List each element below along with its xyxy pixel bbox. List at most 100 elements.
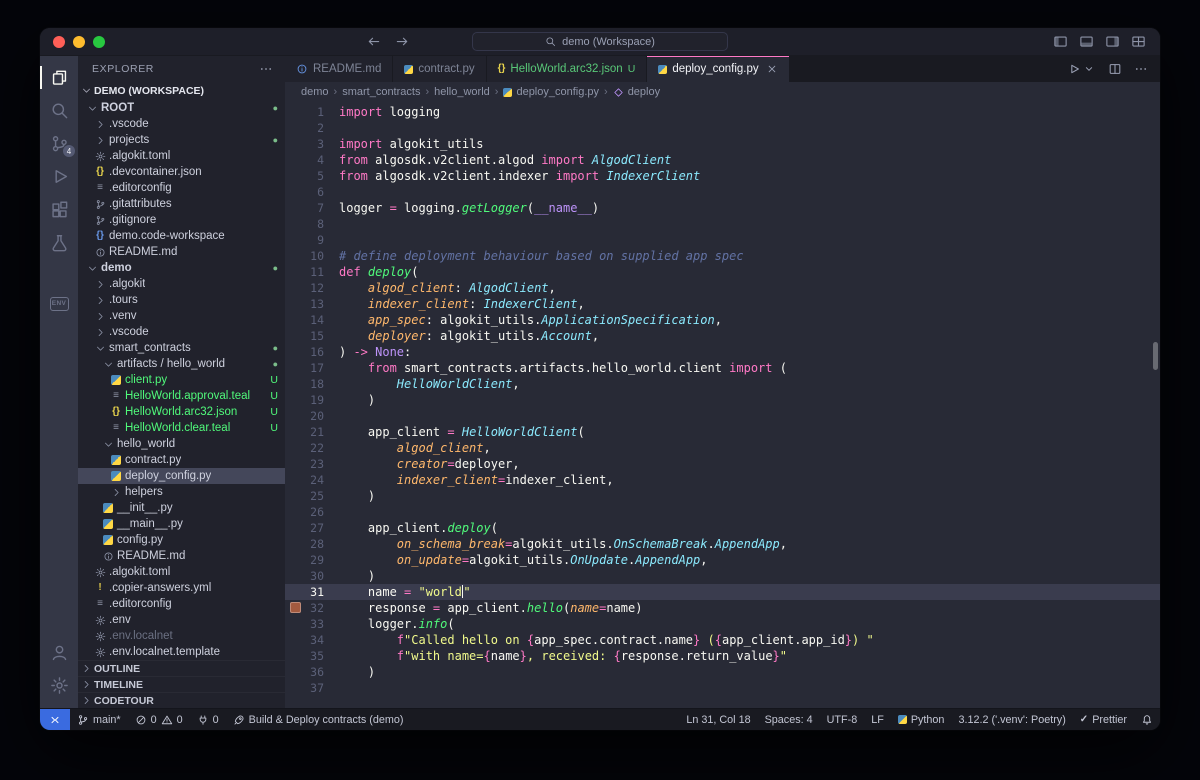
status-eol-sequence[interactable]: LF — [864, 709, 891, 730]
code-line[interactable]: 7logger = logging.getLogger(__name__) — [285, 200, 1160, 216]
line-number[interactable]: 26 — [285, 504, 339, 520]
code-line[interactable]: 18 HelloWorldClient, — [285, 376, 1160, 392]
sidebar-section-codetour[interactable]: CODETOUR — [78, 692, 285, 708]
line-number[interactable]: 14 — [285, 312, 339, 328]
tree-item[interactable]: !.copier-answers.yml — [78, 580, 285, 596]
activity-item-manage-settings[interactable] — [40, 669, 78, 702]
tree-item[interactable]: .vscode — [78, 116, 285, 132]
tab-README.md[interactable]: README.md — [285, 56, 393, 82]
line-number[interactable]: 29 — [285, 552, 339, 568]
tree-item[interactable]: .tours — [78, 292, 285, 308]
tree-item[interactable]: ≡.editorconfig — [78, 596, 285, 612]
run-python-file-button[interactable] — [1067, 62, 1096, 76]
code-line[interactable]: 19 ) — [285, 392, 1160, 408]
tree-item[interactable]: deploy_config.py — [78, 468, 285, 484]
explorer-more-actions-icon[interactable] — [259, 62, 273, 76]
line-number[interactable]: 37 — [285, 680, 339, 696]
code-line[interactable]: 13 indexer_client: IndexerClient, — [285, 296, 1160, 312]
tree-item[interactable]: helpers — [78, 484, 285, 500]
code-line[interactable]: 15 deployer: algokit_utils.Account, — [285, 328, 1160, 344]
code-line[interactable]: 1import logging — [285, 104, 1160, 120]
line-number[interactable]: 3 — [285, 136, 339, 152]
tree-item[interactable]: projects● — [78, 132, 285, 148]
tree-item[interactable]: client.pyU — [78, 372, 285, 388]
code-line[interactable]: 33 logger.info( — [285, 616, 1160, 632]
line-number[interactable]: 36 — [285, 664, 339, 680]
close-tab-icon[interactable] — [766, 63, 778, 75]
status-git-branch[interactable]: main* — [70, 709, 128, 730]
tree-item[interactable]: ≡HelloWorld.clear.tealU — [78, 420, 285, 436]
line-number[interactable]: 17 — [285, 360, 339, 376]
code-line[interactable]: 5from algosdk.v2client.indexer import In… — [285, 168, 1160, 184]
line-number[interactable]: 32 — [285, 600, 339, 616]
status-python-interpreter[interactable]: 3.12.2 ('.venv': Poetry) — [951, 709, 1072, 730]
code-line[interactable]: 34 f"Called hello on {app_spec.contract.… — [285, 632, 1160, 648]
line-number[interactable]: 16 — [285, 344, 339, 360]
line-number[interactable]: 2 — [285, 120, 339, 136]
line-number[interactable]: 20 — [285, 408, 339, 424]
tab-deploy_config.py[interactable]: deploy_config.py — [647, 56, 789, 82]
tree-item[interactable]: .gitattributes — [78, 196, 285, 212]
gutter-marker-icon[interactable] — [290, 602, 301, 613]
line-number[interactable]: 10 — [285, 248, 339, 264]
toggle-secondary-sidebar-icon[interactable] — [1105, 34, 1120, 49]
line-number[interactable]: 11 — [285, 264, 339, 280]
code-line[interactable]: 35 f"with name={name}, received: {respon… — [285, 648, 1160, 664]
activity-item-accounts[interactable] — [40, 636, 78, 669]
code-line[interactable]: 2 — [285, 120, 1160, 136]
status-task-build-deploy[interactable]: Build & Deploy contracts (demo) — [226, 709, 411, 730]
tree-item[interactable]: .algokit.toml — [78, 148, 285, 164]
status-formatter-prettier[interactable]: ✓Prettier — [1073, 709, 1134, 730]
tree-item[interactable]: config.py — [78, 532, 285, 548]
activity-item-run-and-debug[interactable] — [40, 160, 78, 193]
status-cursor-position[interactable]: Ln 31, Col 18 — [679, 709, 757, 730]
line-number[interactable]: 31 — [285, 584, 339, 600]
line-number[interactable]: 21 — [285, 424, 339, 440]
toggle-primary-sidebar-icon[interactable] — [1053, 34, 1068, 49]
breadcrumb-item[interactable]: hello_world — [434, 86, 490, 98]
status-encoding[interactable]: UTF-8 — [820, 709, 865, 730]
line-number[interactable]: 24 — [285, 472, 339, 488]
code-line[interactable]: 30 ) — [285, 568, 1160, 584]
activity-item-extensions[interactable] — [40, 193, 78, 226]
activity-item-env-extension[interactable]: ENV — [40, 287, 78, 320]
navigate-back-icon[interactable] — [366, 34, 381, 49]
code-line[interactable]: 26 — [285, 504, 1160, 520]
breadcrumb-item[interactable]: demo — [301, 86, 329, 98]
tree-item[interactable]: {}HelloWorld.arc32.jsonU — [78, 404, 285, 420]
activity-item-explorer[interactable] — [40, 61, 78, 94]
tree-item[interactable]: contract.py — [78, 452, 285, 468]
line-number[interactable]: 15 — [285, 328, 339, 344]
tab-HelloWorld.arc32.json[interactable]: {}HelloWorld.arc32.jsonU — [487, 56, 648, 82]
tree-item[interactable]: hello_world — [78, 436, 285, 452]
activity-item-search[interactable] — [40, 94, 78, 127]
customize-layout-icon[interactable] — [1131, 34, 1146, 49]
status-remote-indicator[interactable] — [40, 709, 70, 730]
editor[interactable]: 1import logging23import algokit_utils4fr… — [285, 102, 1160, 708]
line-number[interactable]: 33 — [285, 616, 339, 632]
code-line[interactable]: 6 — [285, 184, 1160, 200]
command-center-search[interactable]: demo (Workspace) — [472, 32, 728, 51]
tree-item[interactable]: {}.devcontainer.json — [78, 164, 285, 180]
line-number[interactable]: 18 — [285, 376, 339, 392]
code-line[interactable]: 8 — [285, 216, 1160, 232]
code-line[interactable]: 12 algod_client: AlgodClient, — [285, 280, 1160, 296]
breadcrumb-item[interactable]: deploy — [613, 86, 660, 98]
line-number[interactable]: 1 — [285, 104, 339, 120]
line-number[interactable]: 7 — [285, 200, 339, 216]
zoom-window-button[interactable] — [93, 36, 105, 48]
tree-item[interactable]: .algokit — [78, 276, 285, 292]
tree-item[interactable]: demo● — [78, 260, 285, 276]
code-line[interactable]: 20 — [285, 408, 1160, 424]
navigate-forward-icon[interactable] — [395, 34, 410, 49]
line-number[interactable]: 8 — [285, 216, 339, 232]
code-line[interactable]: 29 on_update=algokit_utils.OnUpdate.Appe… — [285, 552, 1160, 568]
close-window-button[interactable] — [53, 36, 65, 48]
line-number[interactable]: 9 — [285, 232, 339, 248]
line-number[interactable]: 27 — [285, 520, 339, 536]
sidebar-section-timeline[interactable]: TIMELINE — [78, 676, 285, 692]
title-bar[interactable]: demo (Workspace) — [40, 28, 1160, 56]
more-editor-actions-button[interactable] — [1134, 62, 1148, 76]
tree-item[interactable]: .algokit.toml — [78, 564, 285, 580]
code-line[interactable]: 21 app_client = HelloWorldClient( — [285, 424, 1160, 440]
